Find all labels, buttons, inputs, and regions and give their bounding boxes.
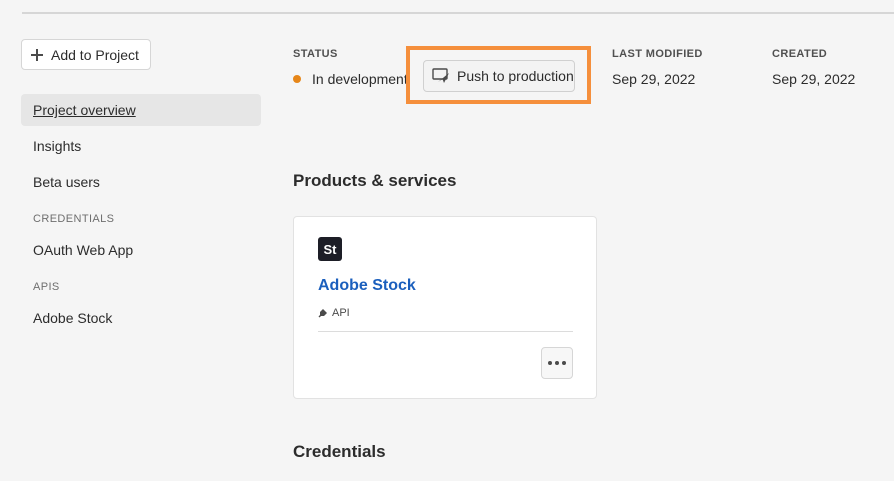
more-icon <box>548 361 566 365</box>
sidebar-item-insights[interactable]: Insights <box>21 130 261 162</box>
product-card-title[interactable]: Adobe Stock <box>318 277 416 295</box>
top-divider <box>22 12 894 14</box>
sidebar-nav: Project overview Insights Beta users CRE… <box>21 94 261 334</box>
status-text: In development <box>312 71 408 87</box>
created-label: CREATED <box>772 48 828 60</box>
sidebar-item-adobe-stock[interactable]: Adobe Stock <box>21 302 261 334</box>
last-modified-label: LAST MODIFIED <box>612 48 703 60</box>
add-to-project-button[interactable]: Add to Project <box>21 39 151 70</box>
push-to-production-button[interactable]: Push to production <box>423 60 575 92</box>
created-value: Sep 29, 2022 <box>772 71 856 87</box>
adobe-stock-logo-icon: St <box>318 237 342 261</box>
sidebar-item-beta-users[interactable]: Beta users <box>21 166 261 198</box>
card-divider <box>318 331 573 332</box>
apis-section-heading: APIS <box>33 281 60 293</box>
credentials-heading: Credentials <box>293 442 386 461</box>
push-to-production-icon <box>432 68 449 83</box>
product-card-tag: API <box>318 307 350 319</box>
sidebar-item-project-overview[interactable]: Project overview <box>21 94 261 126</box>
status-value: In development <box>293 71 408 87</box>
status-label: STATUS <box>293 48 338 60</box>
sidebar: Add to Project Project overview Insights… <box>21 39 261 338</box>
credentials-section-heading: CREDENTIALS <box>33 213 115 225</box>
status-dot-icon <box>293 75 301 83</box>
products-services-heading: Products & services <box>293 171 457 190</box>
last-modified-block: LAST MODIFIED Sep 29, 2022 <box>612 48 703 87</box>
created-block: CREATED Sep 29, 2022 <box>772 48 855 87</box>
push-to-production-label: Push to production <box>457 68 574 84</box>
product-card-adobe-stock: St Adobe Stock API <box>293 216 597 399</box>
sidebar-item-oauth-web-app[interactable]: OAuth Web App <box>21 234 261 266</box>
add-to-project-label: Add to Project <box>51 46 139 63</box>
last-modified-value: Sep 29, 2022 <box>612 71 696 87</box>
plus-icon <box>31 48 43 61</box>
more-options-button[interactable] <box>541 347 573 379</box>
product-card-tag-label: API <box>332 307 350 319</box>
status-block: STATUS In development <box>293 48 408 87</box>
plug-icon <box>318 309 327 318</box>
